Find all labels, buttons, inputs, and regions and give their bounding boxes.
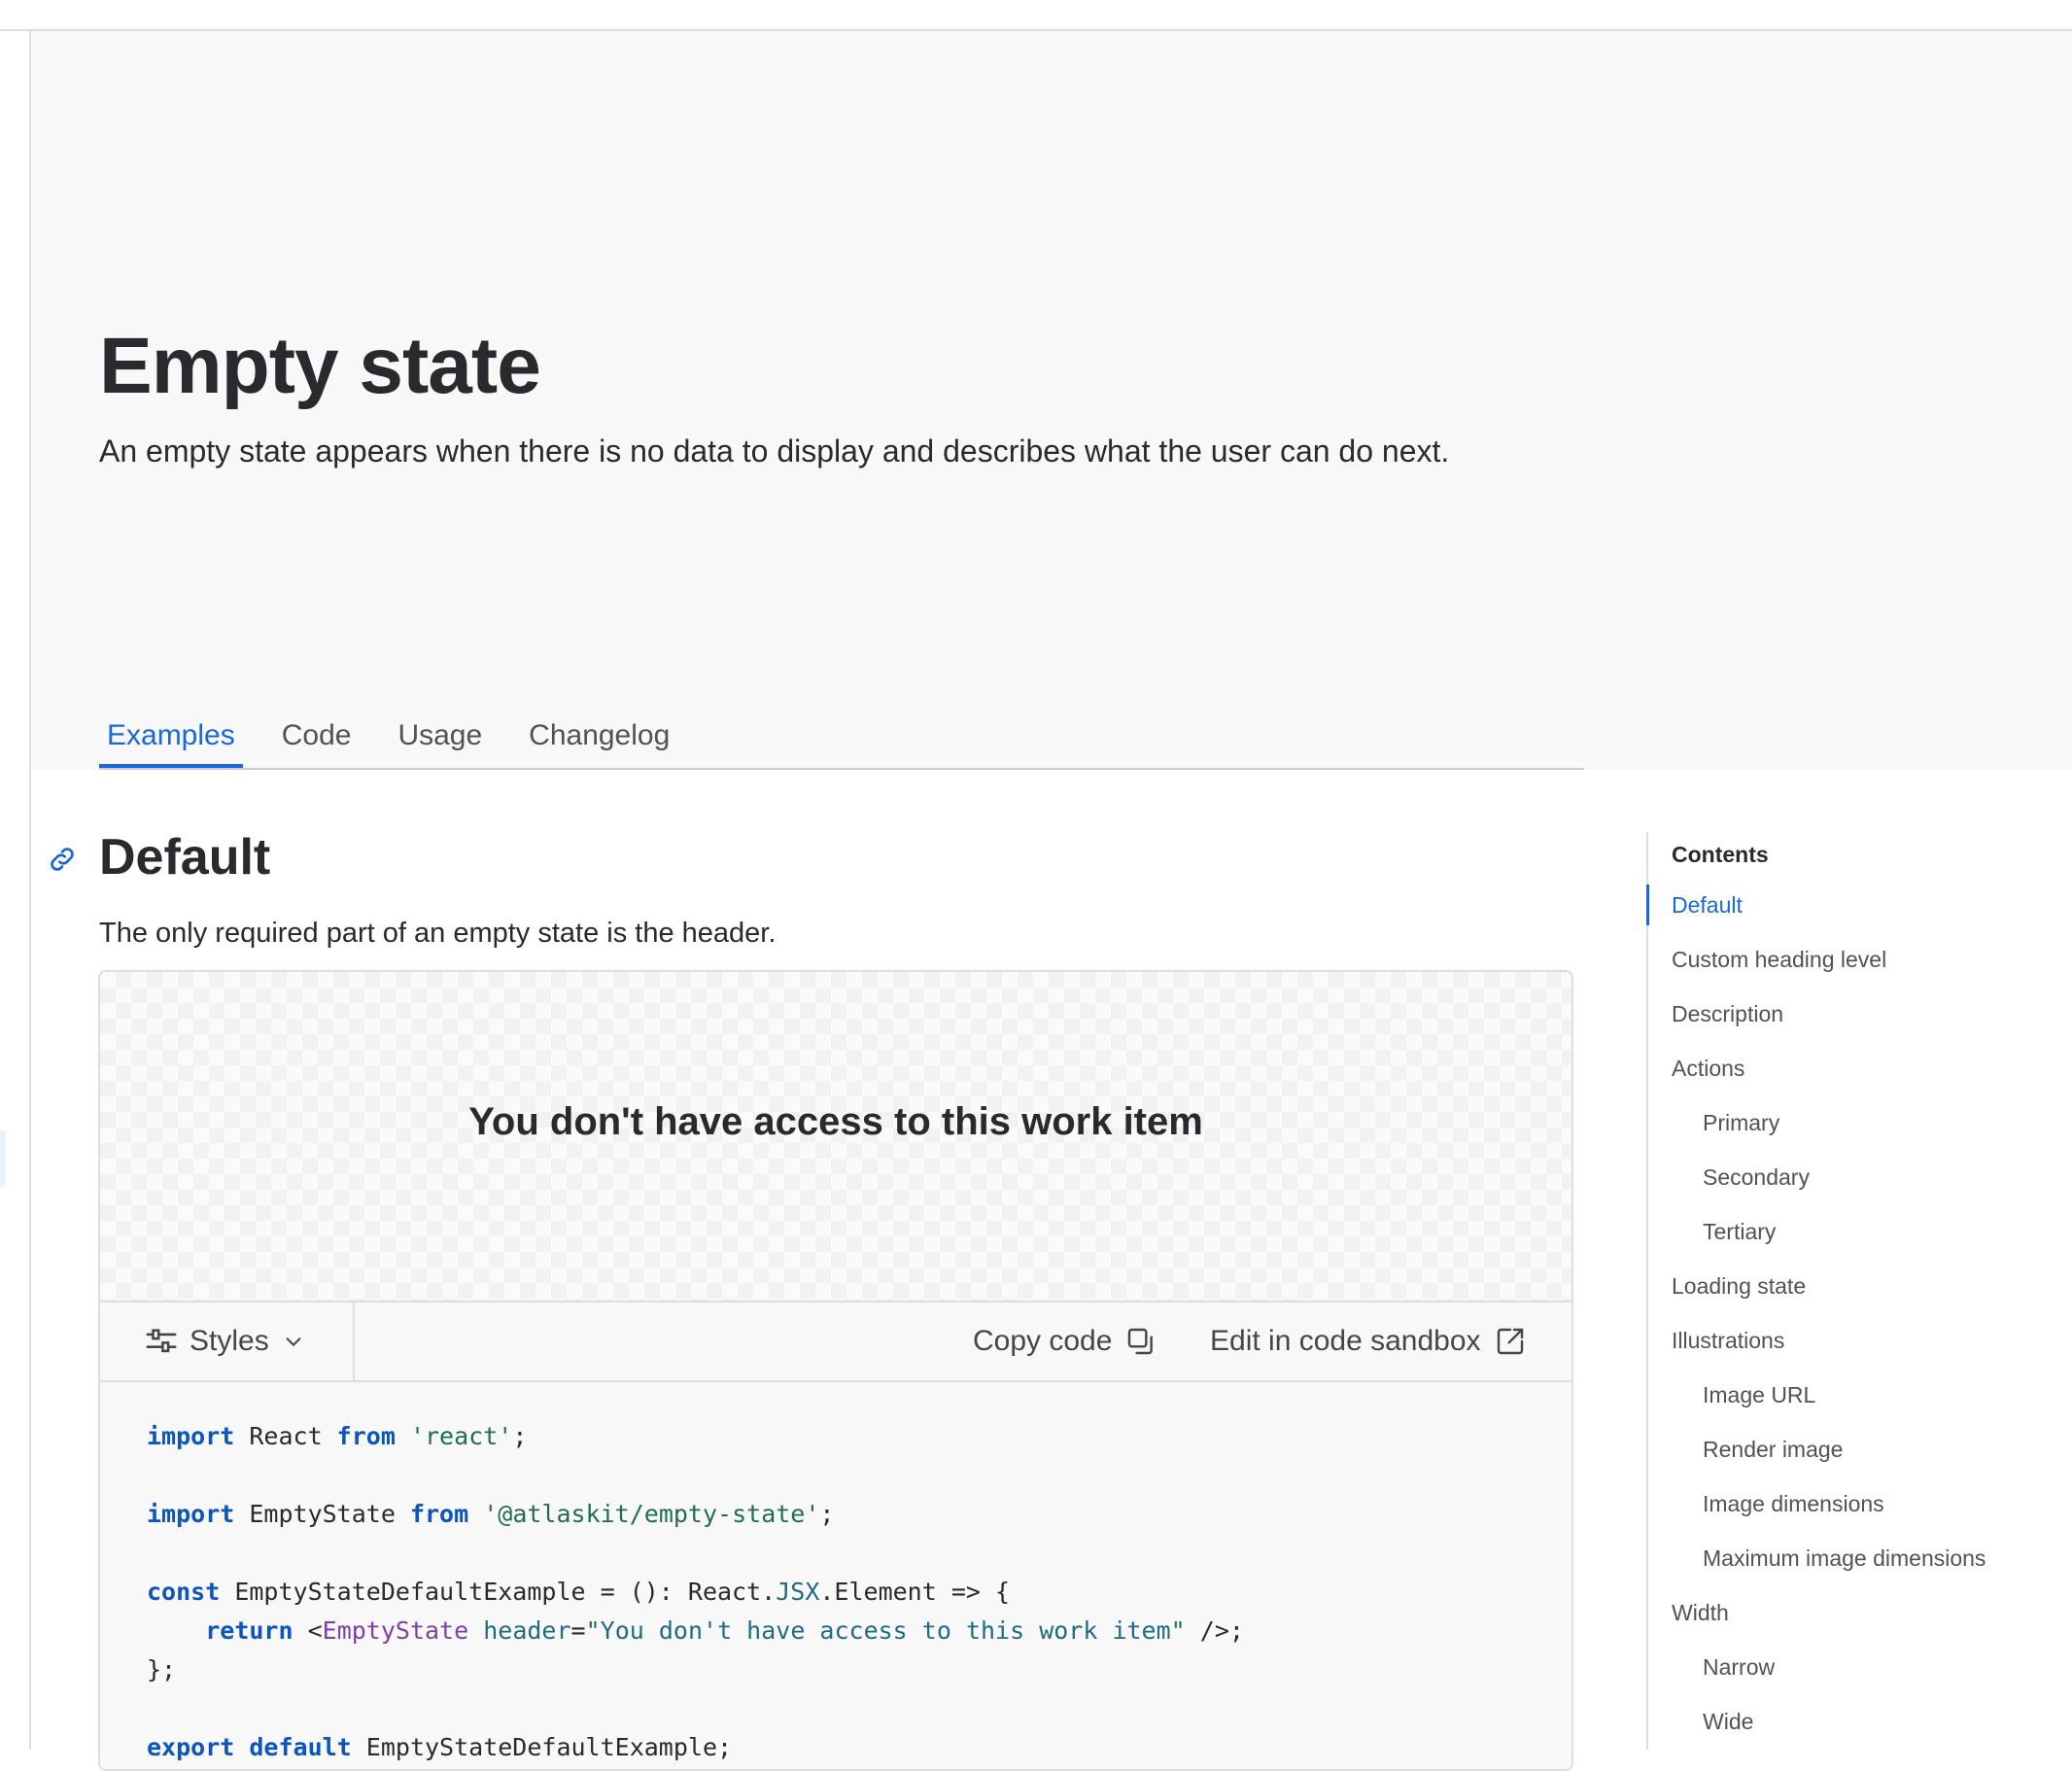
- tab-examples[interactable]: Examples: [99, 710, 243, 768]
- styles-label: Styles: [190, 1325, 269, 1357]
- toc-item-actions[interactable]: Actions: [1648, 1048, 2056, 1102]
- code-token: from: [336, 1422, 396, 1450]
- copy-icon: [1128, 1328, 1154, 1355]
- code-token: import: [147, 1422, 235, 1450]
- code-line: return <EmptyState header="You don't hav…: [205, 1616, 1244, 1645]
- toc-item-illustrations[interactable]: Illustrations: [1648, 1320, 2056, 1374]
- code-block: import React from 'react'; import EmptyS…: [100, 1382, 1571, 1769]
- toc-item-render-image[interactable]: Render image: [1648, 1429, 2056, 1483]
- table-of-contents: Contents Default Custom heading level Desc…: [1646, 832, 2056, 1750]
- page-description: An empty state appears when there is no …: [99, 434, 1450, 469]
- section-description: The only required part of an empty state…: [99, 918, 777, 949]
- example-toolbar: Styles Copy code Edit in code sandbox: [100, 1302, 1571, 1382]
- code-token: header: [483, 1616, 571, 1645]
- toc-item-secondary[interactable]: Secondary: [1648, 1157, 2056, 1211]
- toc-item-maximum-image-dimensions[interactable]: Maximum image dimensions: [1648, 1538, 2056, 1592]
- code-token: const: [147, 1578, 221, 1606]
- toc-item-narrow[interactable]: Narrow: [1648, 1647, 2056, 1701]
- toc-item-width[interactable]: Width: [1648, 1592, 2056, 1647]
- top-bar: [0, 0, 2072, 31]
- code-token: '@atlaskit/empty-state': [483, 1500, 820, 1528]
- code-token: JSX: [776, 1578, 820, 1606]
- section-title: Default: [99, 829, 271, 886]
- code-line: import EmptyState from '@atlaskit/empty-…: [147, 1500, 835, 1528]
- empty-state-header: You don't have access to this work item: [468, 1100, 1203, 1143]
- external-link-icon: [1497, 1328, 1523, 1355]
- code-token: default: [249, 1733, 352, 1761]
- code-line: import React from 'react';: [147, 1422, 528, 1450]
- code-line: };: [147, 1655, 177, 1684]
- example-preview: You don't have access to this work item: [100, 972, 1571, 1302]
- code-token: import: [147, 1500, 235, 1528]
- copy-code-button[interactable]: Copy code: [973, 1302, 1157, 1380]
- sidebar-expand-handle[interactable]: [0, 1129, 6, 1188]
- tab-changelog[interactable]: Changelog: [521, 710, 677, 766]
- code-token: "You don't have access to this work item…: [585, 1616, 1186, 1645]
- anchor-link-icon[interactable]: [47, 844, 78, 875]
- tab-code[interactable]: Code: [274, 710, 360, 766]
- toc-item-custom-heading-level[interactable]: Custom heading level: [1648, 939, 2056, 993]
- toc-item-tertiary[interactable]: Tertiary: [1648, 1211, 2056, 1266]
- toc-item-default[interactable]: Default: [1646, 885, 2056, 925]
- toc-item-loading-state[interactable]: Loading state: [1648, 1266, 2056, 1320]
- edit-in-sandbox-label: Edit in code sandbox: [1210, 1325, 1481, 1357]
- edit-in-sandbox-button[interactable]: Edit in code sandbox: [1210, 1302, 1526, 1380]
- styles-dropdown-button[interactable]: Styles: [100, 1302, 355, 1380]
- page-title: Empty state: [99, 322, 541, 410]
- chevron-down-icon: [286, 1337, 301, 1347]
- toc-title: Contents: [1672, 842, 1769, 867]
- code-token: 'react': [409, 1422, 513, 1450]
- toc-list: Default Custom heading level Description Ac…: [1646, 885, 2056, 1755]
- toc-item-image-dimensions[interactable]: Image dimensions: [1648, 1483, 2056, 1538]
- toc-item-primary[interactable]: Primary: [1648, 1102, 2056, 1157]
- code-token: export: [147, 1733, 235, 1761]
- code-line: export default EmptyStateDefaultExample;: [147, 1733, 733, 1761]
- toc-item-description[interactable]: Description: [1648, 993, 2056, 1048]
- code-token: from: [409, 1500, 469, 1528]
- code-token: EmptyState: [322, 1616, 469, 1645]
- left-sidebar-rail: [0, 31, 31, 1750]
- tab-bar: Examples Code Usage Changelog: [99, 710, 1584, 770]
- code-content: import React from 'react'; import EmptyS…: [147, 1417, 1244, 1767]
- toc-item-wide[interactable]: Wide: [1648, 1701, 2056, 1755]
- toc-item-image-url[interactable]: Image URL: [1648, 1374, 2056, 1429]
- example-card: You don't have access to this work item …: [98, 970, 1573, 1771]
- tab-usage[interactable]: Usage: [390, 710, 490, 766]
- code-line: const EmptyStateDefaultExample = (): Rea…: [147, 1578, 1011, 1606]
- sliders-icon: [146, 1329, 177, 1353]
- code-token: return: [205, 1616, 294, 1645]
- copy-code-label: Copy code: [973, 1325, 1113, 1357]
